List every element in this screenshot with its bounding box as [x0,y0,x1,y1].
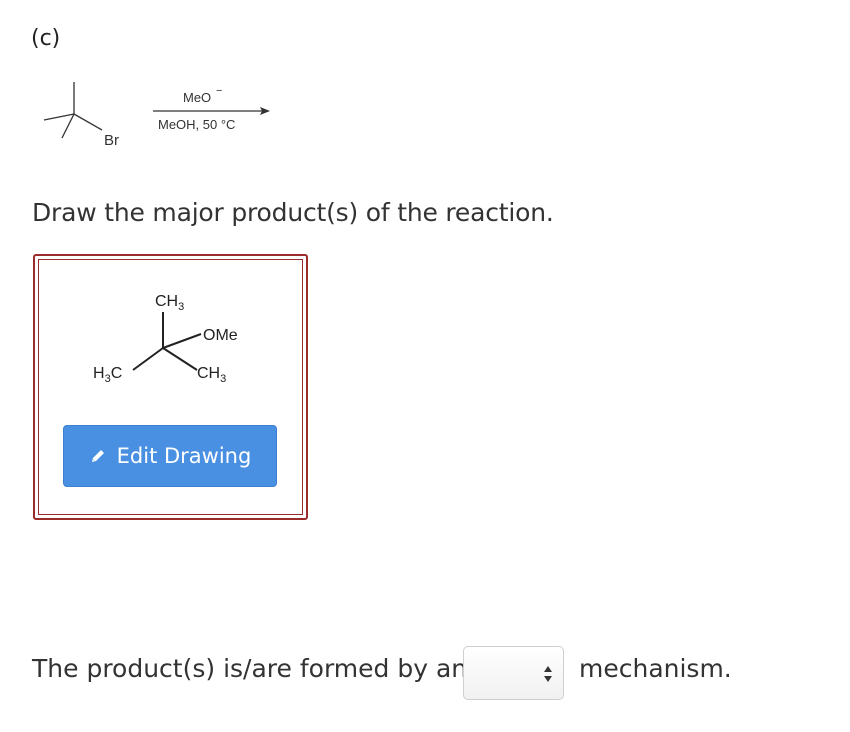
reaction-scheme: Br MeO − MeOH, 50 °C [40,72,280,156]
reaction-arrow [153,107,270,115]
answer-drawing-box[interactable]: CH3 OMe H3C CH3 Edit Drawing [33,254,308,520]
leaving-group-label: Br [104,132,119,149]
mechanism-sentence-start: The product(s) is/are formed by an [32,654,468,683]
select-arrows-icon [543,665,553,687]
question-prompt: Draw the major product(s) of the reactio… [32,198,554,227]
substrate-structure [43,82,103,139]
product-top-ch3: CH3 [155,293,184,313]
edit-drawing-button[interactable]: Edit Drawing [63,425,277,487]
product-ome-label: OMe [203,327,238,344]
product-structure: CH3 OMe H3C CH3 [85,284,265,408]
mechanism-select[interactable] [463,646,564,700]
product-left-h3c: H3C [93,365,122,385]
reagent-top-label: MeO [183,90,211,105]
reagent-charge: − [216,85,222,97]
pencil-icon [89,447,107,465]
part-label: (c) [31,26,61,51]
product-bottom-ch3: CH3 [197,365,226,385]
reagent-conditions-label: MeOH, 50 °C [158,117,235,132]
edit-drawing-label: Edit Drawing [116,444,252,468]
mechanism-sentence-end: mechanism. [579,654,732,683]
